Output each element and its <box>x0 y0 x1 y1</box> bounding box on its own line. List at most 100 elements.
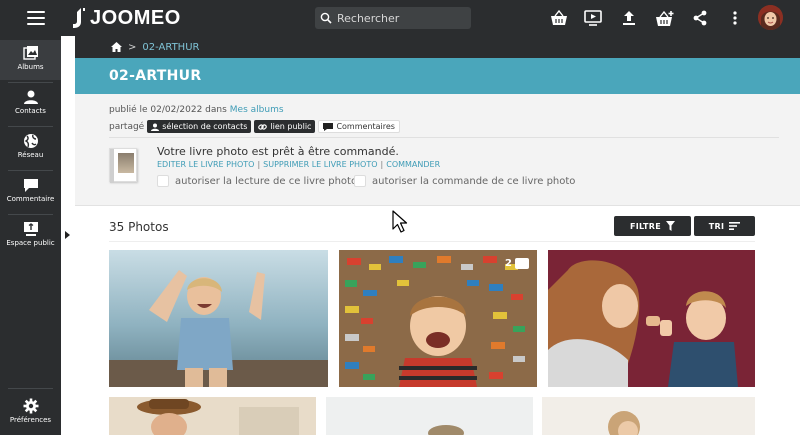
photo-thumbnail[interactable] <box>542 397 755 435</box>
more-vertical-icon[interactable] <box>725 8 745 28</box>
shared-label: partagé <box>109 121 145 132</box>
photo-thumbnail[interactable]: 2 <box>339 250 537 387</box>
breadcrumb-separator: > <box>128 41 137 53</box>
sidebar-item-label: Albums <box>17 63 44 71</box>
page-header: 02-ARTHUR <box>75 58 800 94</box>
photos-divider <box>109 241 755 242</box>
tag-contact-selection[interactable]: sélection de contacts <box>147 120 252 133</box>
allow-order-label: autoriser la commande de ce livre photo <box>372 175 576 187</box>
allow-read-option: autoriser la lecture de ce livre photo <box>157 175 357 187</box>
page-title: 02-ARTHUR <box>109 68 202 84</box>
gear-icon <box>23 398 38 414</box>
network-icon <box>23 134 38 148</box>
shared-line: partagé sélection de contacts lien publi… <box>109 120 400 133</box>
published-text: publié le 02/02/2022 dans <box>109 105 227 115</box>
photo-thumbnail[interactable] <box>326 397 533 435</box>
allow-order-option: autoriser la commande de ce livre photo <box>354 175 575 187</box>
slideshow-icon[interactable] <box>583 8 603 28</box>
sidebar-item-network[interactable]: Réseau <box>0 128 61 168</box>
breadcrumb: > 02-ARTHUR <box>75 36 800 58</box>
contacts-icon <box>151 123 160 131</box>
contacts-icon <box>23 90 38 104</box>
album-info-panel: publié le 02/02/2022 dans Mes albums par… <box>75 94 800 206</box>
top-bar: JOOMEO <box>0 0 800 36</box>
published-line: publié le 02/02/2022 dans Mes albums <box>109 105 284 115</box>
sort-label: TRI <box>708 221 725 231</box>
sidebar: Albums Contacts Réseau Commentaire Espac… <box>0 36 61 435</box>
photos-section: 35 Photos FILTRE TRI 2 <box>75 207 800 435</box>
allow-read-checkbox[interactable] <box>157 175 169 187</box>
sidebar-item-albums[interactable]: Albums <box>0 40 61 80</box>
tag-label: sélection de contacts <box>162 122 248 131</box>
tag-public-link[interactable]: lien public <box>254 120 316 133</box>
sidebar-item-label: Préférences <box>9 416 52 424</box>
photobook-badge-icon <box>515 258 529 269</box>
photo-outdoor <box>326 397 533 435</box>
allow-order-checkbox[interactable] <box>354 175 366 187</box>
photobook-actions: EDITER LE LIVRE PHOTO | SUPPRIMER LE LIV… <box>157 160 440 169</box>
sidebar-item-label: Contacts <box>15 107 46 115</box>
sidebar-item-public-space[interactable]: Espace public <box>0 216 61 256</box>
home-icon[interactable] <box>111 42 122 52</box>
photobook-thumbnail[interactable] <box>109 148 137 183</box>
sidebar-item-label: Commentaire <box>6 195 55 203</box>
delete-photobook-link[interactable]: SUPPRIMER LE LIVRE PHOTO <box>263 160 377 169</box>
search-input[interactable] <box>337 11 457 25</box>
share-icon[interactable] <box>690 8 710 28</box>
edit-photobook-link[interactable]: EDITER LE LIVRE PHOTO <box>157 160 254 169</box>
sort-icon <box>729 222 741 230</box>
sidebar-divider <box>8 214 53 215</box>
sidebar-item-contacts[interactable]: Contacts <box>0 84 61 124</box>
photo-thumbnail[interactable] <box>109 397 316 435</box>
tag-label: Commentaires <box>336 122 395 131</box>
sidebar-item-label: Réseau <box>17 151 44 159</box>
breadcrumb-current[interactable]: 02-ARTHUR <box>142 42 199 53</box>
sort-button[interactable]: TRI <box>694 216 755 236</box>
photo-count: 35 Photos <box>109 220 169 234</box>
info-divider <box>109 137 779 138</box>
upload-icon[interactable] <box>619 8 639 28</box>
photobook-title: Votre livre photo est prêt à être comman… <box>157 145 399 158</box>
search-box[interactable] <box>315 7 471 29</box>
photo-man-hat <box>109 397 316 435</box>
published-album-link[interactable]: Mes albums <box>230 105 284 115</box>
allow-read-label: autoriser la lecture de ce livre photo <box>175 175 358 187</box>
albums-icon <box>22 46 38 60</box>
app-logo[interactable]: JOOMEO <box>72 7 181 29</box>
comment-icon <box>323 122 334 131</box>
action-separator: | <box>380 160 384 169</box>
basket-add-icon[interactable] <box>655 8 675 28</box>
sidebar-item-label: Espace public <box>6 239 55 247</box>
search-icon <box>320 12 332 24</box>
photo-count-badge: 2 <box>505 258 529 269</box>
badge-count: 2 <box>505 258 512 269</box>
sidebar-divider <box>8 170 53 171</box>
photo-thumbnail[interactable] <box>548 250 755 387</box>
sidebar-item-preferences[interactable]: Préférences <box>0 392 61 432</box>
comment-icon <box>23 179 38 192</box>
avatar[interactable] <box>758 5 783 30</box>
joomeo-logo-icon <box>73 8 85 28</box>
order-photobook-link[interactable]: COMMANDER <box>386 160 440 169</box>
public-space-icon <box>23 222 38 236</box>
photo-mother-child <box>548 250 755 387</box>
photo-beach-child <box>109 250 328 387</box>
sidebar-divider <box>8 82 53 83</box>
filter-icon <box>666 221 676 231</box>
photo-toy-cars <box>339 250 537 387</box>
tag-label: lien public <box>270 122 312 131</box>
menu-icon[interactable] <box>27 11 45 25</box>
sidebar-divider <box>8 126 53 127</box>
photo-woman <box>542 397 755 435</box>
basket-icon[interactable] <box>549 8 569 28</box>
tag-comments[interactable]: Commentaires <box>318 120 400 133</box>
filter-button[interactable]: FILTRE <box>614 216 691 236</box>
link-icon <box>258 123 268 130</box>
filter-label: FILTRE <box>629 221 662 231</box>
app-name: JOOMEO <box>90 6 181 29</box>
sidebar-divider <box>8 388 53 389</box>
sidebar-item-comments[interactable]: Commentaire <box>0 172 61 212</box>
photo-thumbnail[interactable] <box>109 250 328 387</box>
expand-arrow-icon[interactable] <box>65 231 70 239</box>
action-separator: | <box>257 160 261 169</box>
